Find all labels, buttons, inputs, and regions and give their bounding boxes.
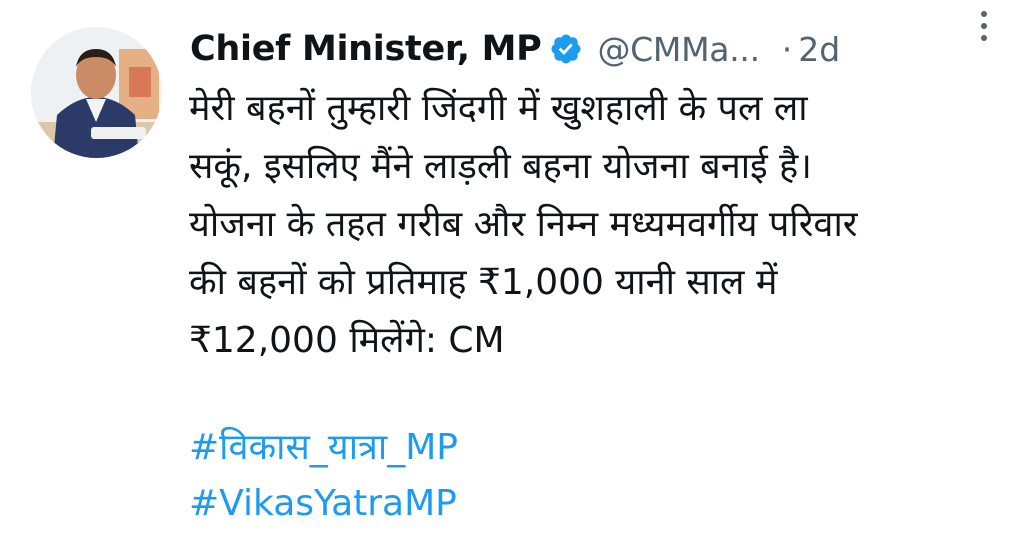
- separator-dot: ·: [781, 29, 793, 69]
- tweet-text-line: ₹12,000 मिलेंगे: CM: [189, 320, 505, 361]
- hashtag-link[interactable]: #VikasYatraMP: [189, 476, 458, 532]
- tweet-header: Chief Minister, MP @CMMa... · 2d: [190, 24, 1004, 74]
- verified-badge-icon: [551, 34, 582, 64]
- author-display-name[interactable]: Chief Minister, MP: [190, 29, 542, 69]
- tweet-timestamp[interactable]: 2d: [798, 30, 840, 69]
- tweet-text-line: की बहनों को प्रतिमाह ₹1,000 यानी साल में: [189, 262, 778, 303]
- tweet-text-line: योजना के तहत गरीब और निम्न मध्यमवर्गीय प…: [189, 204, 858, 245]
- tweet-text: मेरी बहनों तुम्हारी जिंदगी में खुशहाली क…: [189, 80, 999, 370]
- tweet-text-line: मेरी बहनों तुम्हारी जिंदगी में खुशहाली क…: [189, 88, 808, 129]
- author-handle[interactable]: @CMMa...: [597, 30, 760, 69]
- hashtag-link[interactable]: #विकास_यात्रा_MP: [189, 420, 458, 476]
- tweet-text-line: सकूं, इसलिए मैंने लाड़ली बहना योजना बनाई…: [189, 146, 812, 187]
- avatar[interactable]: [31, 27, 162, 158]
- hashtag-list: #विकास_यात्रा_MP #VikasYatraMP: [189, 420, 458, 532]
- more-vertical-icon[interactable]: [974, 8, 994, 44]
- avatar-image: [31, 27, 162, 158]
- tweet[interactable]: Chief Minister, MP @CMMa... · 2d मेरी बह…: [0, 0, 1024, 539]
